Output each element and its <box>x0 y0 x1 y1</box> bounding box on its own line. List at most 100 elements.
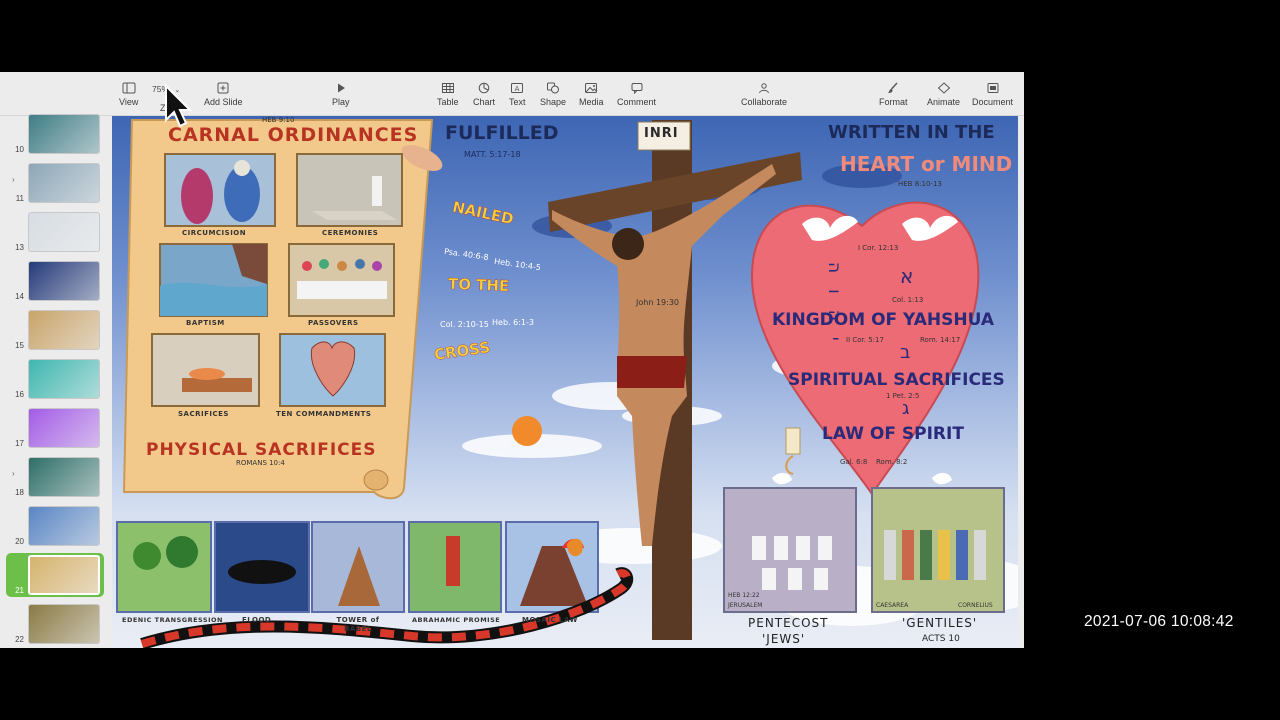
slide-number: 20 <box>15 537 24 546</box>
slide-number: 11 <box>15 194 24 203</box>
slide-number: 22 <box>15 635 24 644</box>
jews-label: 'JEWS' <box>762 632 806 646</box>
comment-button[interactable]: Comment <box>617 82 656 107</box>
chart-button[interactable]: Chart <box>473 82 495 107</box>
heb6-ref: Heb. 6:1-3 <box>492 318 534 327</box>
aleph-letter: א <box>900 264 914 288</box>
slide-thumbnail[interactable]: 10 <box>0 112 110 156</box>
view-button[interactable]: View <box>119 82 138 107</box>
col13-ref: Col. 1:13 <box>892 296 924 304</box>
video-timestamp: 2021-07-06 10:08:42 <box>1084 613 1234 630</box>
shape-button[interactable]: Shape <box>540 82 566 107</box>
caption-circumcision: CIRCUMCISION <box>182 229 247 237</box>
caesarea-label: CAESAREA <box>876 602 909 609</box>
slide-thumbnail[interactable]: 14 <box>0 259 110 303</box>
sidebar-icon <box>122 82 136 94</box>
document-label: Document <box>972 97 1014 107</box>
animate-button[interactable]: Animate <box>927 82 960 107</box>
slide-thumbnail-image <box>28 359 100 399</box>
carnal-ordinances-title: CARNAL ORDINANCES <box>168 124 419 146</box>
slide-thumbnail[interactable]: 13 <box>0 210 110 254</box>
caption-baptism: BAPTISM <box>186 319 225 327</box>
table-icon <box>441 82 455 94</box>
slide-thumbnail[interactable]: › 18 <box>0 455 110 499</box>
caption-sacrifices: SACRIFICES <box>178 410 229 418</box>
slide-thumbnail[interactable]: 22 <box>0 602 110 646</box>
caption-ceremonies: CEREMONIES <box>322 229 379 237</box>
kingdom-text: KINGDOM OF YAHSHUA <box>772 310 995 330</box>
text-label: Text <box>509 97 526 107</box>
col-ref: Col. 2:10-15 <box>440 320 489 329</box>
slide-navigator[interactable]: 10 › 11 13 14 15 16 17 › 18 20 21 22 <box>0 114 110 648</box>
slide-thumbnail-image <box>28 163 100 203</box>
slide-thumbnail-image <box>28 408 100 448</box>
document-icon <box>986 82 1000 94</box>
john-ref: John 19:30 <box>636 298 679 307</box>
add-slide-button[interactable]: Add Slide <box>204 82 243 107</box>
slide-number: 14 <box>15 292 24 301</box>
text-box-icon: A <box>510 82 524 94</box>
pentecost-heb-ref: HEB 12:22 <box>728 592 760 599</box>
rom14-ref: Rom. 14:17 <box>920 336 961 344</box>
law-of-spirit-text: LAW OF SPIRIT <box>822 424 964 444</box>
slide-thumbnail[interactable]: › 11 <box>0 161 110 205</box>
physical-sacrifices-title: PHYSICAL SACRIFICES <box>146 440 377 460</box>
slide-number: 16 <box>15 390 24 399</box>
matt-ref: MATT. 5:17-18 <box>464 150 521 159</box>
shape-label: Shape <box>540 97 567 107</box>
disclosure-chevron-icon[interactable]: › <box>12 175 15 184</box>
gal-ref: Gal. 6:8 <box>840 458 868 466</box>
slide-number: 21 <box>15 586 24 595</box>
slide-thumbnail[interactable]: 15 <box>0 308 110 352</box>
format-label: Format <box>879 97 908 107</box>
gimel-letter: ג <box>902 398 910 419</box>
inri-sign: INRI <box>644 126 679 141</box>
media-label: Media <box>579 97 604 107</box>
slide-thumbnail[interactable]: 17 <box>0 406 110 450</box>
heart-or-mind-title: HEART or MIND <box>840 152 1013 176</box>
tetragrammaton-letters: יהוה <box>824 262 844 357</box>
slide-canvas[interactable]: HEB 9:10 CARNAL ORDINANCES CIRCUMCISION … <box>112 116 1018 648</box>
slide-thumbnail[interactable]: 16 <box>0 357 110 401</box>
caption-passovers: PASSOVERS <box>308 319 359 327</box>
romans-ref: ROMANS 10:4 <box>236 459 285 467</box>
written-in-the-title: WRITTEN IN THE <box>828 122 995 143</box>
slide-thumbnail[interactable]: 20 <box>0 504 110 548</box>
text-button[interactable]: A Text <box>509 82 526 107</box>
caption-flood: FLOOD <box>242 616 272 624</box>
slide-thumbnail[interactable]: 21 <box>6 553 104 597</box>
slide-thumbnail-image <box>28 506 100 546</box>
pentecost-title: PENTECOST <box>748 616 829 630</box>
collaborate-button[interactable]: Collaborate <box>741 82 787 107</box>
disclosure-chevron-icon[interactable]: › <box>12 469 15 478</box>
comment-icon <box>630 82 644 94</box>
slide-number: 17 <box>15 439 24 448</box>
document-button[interactable]: Document <box>972 82 1013 107</box>
fulfilled-title: FULFILLED <box>445 122 559 144</box>
svg-text:A: A <box>515 85 520 93</box>
cornelius-label: CORNELIUS <box>958 602 993 609</box>
format-button[interactable]: Format <box>879 82 908 107</box>
keynote-window: View 75% ⌄ Zoom Add Slide Play Table Cha… <box>0 72 1024 648</box>
bet-letter: ב <box>900 342 911 363</box>
play-icon <box>334 82 348 94</box>
caption-mosaic: MOSAIC LAW <box>522 616 578 624</box>
slide-number: 10 <box>15 145 24 154</box>
cor-ref: I Cor. 12:13 <box>858 244 899 252</box>
slide-thumbnail-image <box>28 457 100 497</box>
view-label: View <box>119 97 139 107</box>
table-button[interactable]: Table <box>437 82 459 107</box>
shape-icon <box>546 82 560 94</box>
slide-thumbnail-image <box>28 604 100 644</box>
chart-label: Chart <box>473 97 496 107</box>
play-label: Play <box>332 97 350 107</box>
play-button[interactable]: Play <box>332 82 350 107</box>
caption-abrahamic: ABRAHAMIC PROMISE <box>412 616 501 624</box>
mouse-cursor-icon <box>165 84 192 128</box>
cor2-ref: II Cor. 5:17 <box>846 336 884 344</box>
spiritual-sacrifices-text: SPIRITUAL SACRIFICES <box>788 370 1005 390</box>
caption-tower: TOWER of BABEL <box>336 616 380 633</box>
slide-number: 15 <box>15 341 24 350</box>
slide-thumbnail-image <box>28 310 100 350</box>
media-button[interactable]: Media <box>579 82 604 107</box>
